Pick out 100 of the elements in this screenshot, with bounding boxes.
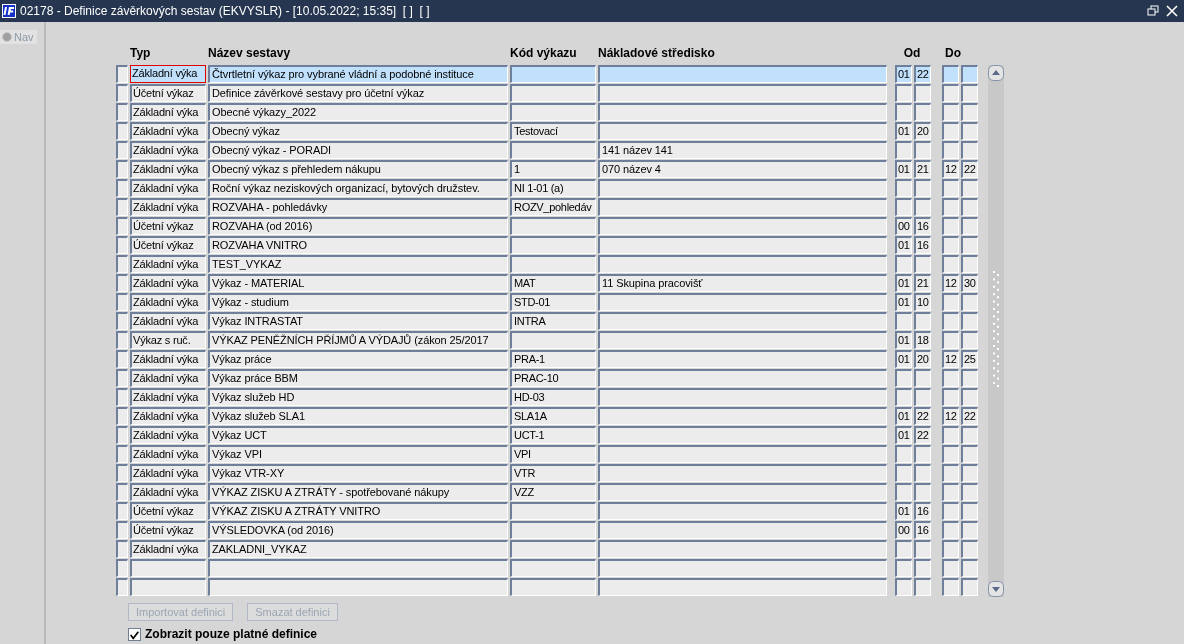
table-cell[interactable]: Účetní výkaz xyxy=(130,217,206,235)
table-cell[interactable] xyxy=(942,502,959,520)
scroll-down-icon[interactable] xyxy=(988,581,1004,597)
table-cell[interactable] xyxy=(961,84,978,102)
table-cell[interactable] xyxy=(598,331,887,349)
table-cell[interactable] xyxy=(895,464,912,482)
table-cell[interactable]: Základní výka xyxy=(130,122,206,140)
table-cell[interactable]: PRAC-10 xyxy=(510,369,596,387)
table-cell[interactable]: Základní výka xyxy=(130,255,206,273)
table-cell[interactable]: 12 xyxy=(942,160,959,178)
table-cell[interactable] xyxy=(895,483,912,501)
table-cell[interactable]: Základní výka xyxy=(130,445,206,463)
table-cell[interactable]: 141 název 141 xyxy=(598,141,887,159)
row-selector[interactable] xyxy=(116,559,128,577)
table-cell[interactable]: Výkaz - studium xyxy=(208,293,508,311)
table-cell[interactable] xyxy=(942,255,959,273)
table-cell[interactable]: HD-03 xyxy=(510,388,596,406)
row-selector[interactable] xyxy=(116,255,128,273)
table-cell[interactable]: Základní výka xyxy=(130,483,206,501)
table-cell[interactable]: SLA1A xyxy=(510,407,596,425)
table-cell[interactable]: Účetní výkaz xyxy=(130,236,206,254)
table-cell[interactable] xyxy=(914,559,931,577)
table-cell[interactable] xyxy=(510,540,596,558)
row-selector[interactable] xyxy=(116,103,128,121)
table-cell[interactable] xyxy=(961,65,978,83)
row-selector[interactable] xyxy=(116,331,128,349)
table-cell[interactable]: TEST_VYKAZ xyxy=(208,255,508,273)
table-cell[interactable] xyxy=(942,198,959,216)
table-cell[interactable] xyxy=(942,141,959,159)
scrollbar[interactable] xyxy=(988,65,1004,597)
table-cell[interactable]: PRA-1 xyxy=(510,350,596,368)
table-cell[interactable]: 01 xyxy=(895,236,912,254)
table-cell[interactable] xyxy=(598,217,887,235)
table-cell[interactable]: Základní výka xyxy=(130,198,206,216)
table-cell[interactable]: VÝSLEDOVKA (od 2016) xyxy=(208,521,508,539)
row-selector[interactable] xyxy=(116,198,128,216)
table-cell[interactable]: 12 xyxy=(942,407,959,425)
row-selector[interactable] xyxy=(116,483,128,501)
table-cell[interactable]: Základní výka xyxy=(130,103,206,121)
table-cell[interactable]: 01 xyxy=(895,407,912,425)
table-cell[interactable] xyxy=(961,388,978,406)
table-cell[interactable] xyxy=(510,559,596,577)
table-cell[interactable] xyxy=(598,388,887,406)
table-cell[interactable]: 18 xyxy=(914,331,931,349)
table-cell[interactable] xyxy=(961,103,978,121)
table-cell[interactable]: Základní výka xyxy=(130,312,206,330)
table-cell[interactable] xyxy=(942,236,959,254)
table-cell[interactable] xyxy=(510,236,596,254)
table-cell[interactable] xyxy=(895,179,912,197)
table-cell[interactable]: Účetní výkaz xyxy=(130,502,206,520)
row-selector[interactable] xyxy=(116,369,128,387)
table-cell[interactable]: Definice závěrkové sestavy pro účetní výkaz xyxy=(208,84,508,102)
table-cell[interactable]: Výkaz služeb SLA1 xyxy=(208,407,508,425)
table-cell[interactable]: Základní výka xyxy=(130,350,206,368)
table-cell[interactable] xyxy=(895,445,912,463)
table-cell[interactable] xyxy=(598,521,887,539)
row-selector[interactable] xyxy=(116,464,128,482)
table-cell[interactable] xyxy=(942,293,959,311)
table-cell[interactable] xyxy=(510,141,596,159)
table-cell[interactable]: Účetní výkaz xyxy=(130,84,206,102)
table-cell[interactable] xyxy=(895,141,912,159)
table-cell[interactable] xyxy=(914,179,931,197)
table-cell[interactable]: Základní výka xyxy=(130,369,206,387)
table-cell[interactable] xyxy=(598,407,887,425)
row-selector[interactable] xyxy=(116,388,128,406)
table-cell[interactable]: ROZVAHA VNITRO xyxy=(208,236,508,254)
table-cell[interactable] xyxy=(510,217,596,235)
table-cell[interactable]: 16 xyxy=(914,521,931,539)
table-cell[interactable] xyxy=(510,502,596,520)
table-cell[interactable]: Základní výka xyxy=(130,141,206,159)
row-selector[interactable] xyxy=(116,521,128,539)
table-cell[interactable]: Základní výka xyxy=(130,540,206,558)
table-cell[interactable] xyxy=(942,331,959,349)
table-cell[interactable]: Základní výka xyxy=(130,274,206,292)
table-cell[interactable]: 01 xyxy=(895,426,912,444)
table-cell[interactable] xyxy=(942,65,959,83)
table-cell[interactable] xyxy=(942,369,959,387)
table-cell[interactable]: Obecné výkazy_2022 xyxy=(208,103,508,121)
table-cell[interactable] xyxy=(598,103,887,121)
table-cell[interactable] xyxy=(914,388,931,406)
table-cell[interactable]: Výkaz VTR-XY xyxy=(208,464,508,482)
table-cell[interactable]: VTR xyxy=(510,464,596,482)
table-cell[interactable]: 16 xyxy=(914,217,931,235)
table-cell[interactable] xyxy=(961,369,978,387)
table-cell[interactable] xyxy=(942,445,959,463)
table-cell[interactable] xyxy=(510,84,596,102)
table-cell[interactable] xyxy=(598,464,887,482)
row-selector[interactable] xyxy=(116,426,128,444)
table-cell[interactable]: 01 xyxy=(895,160,912,178)
table-cell[interactable] xyxy=(914,445,931,463)
checkbox[interactable] xyxy=(128,627,141,641)
table-cell[interactable] xyxy=(895,255,912,273)
table-cell[interactable] xyxy=(598,426,887,444)
table-cell[interactable]: UCT-1 xyxy=(510,426,596,444)
table-cell[interactable]: 00 xyxy=(895,217,912,235)
table-cell[interactable] xyxy=(598,350,887,368)
table-cell[interactable] xyxy=(961,312,978,330)
table-cell[interactable] xyxy=(961,483,978,501)
table-cell[interactable] xyxy=(598,122,887,140)
row-selector[interactable] xyxy=(116,84,128,102)
